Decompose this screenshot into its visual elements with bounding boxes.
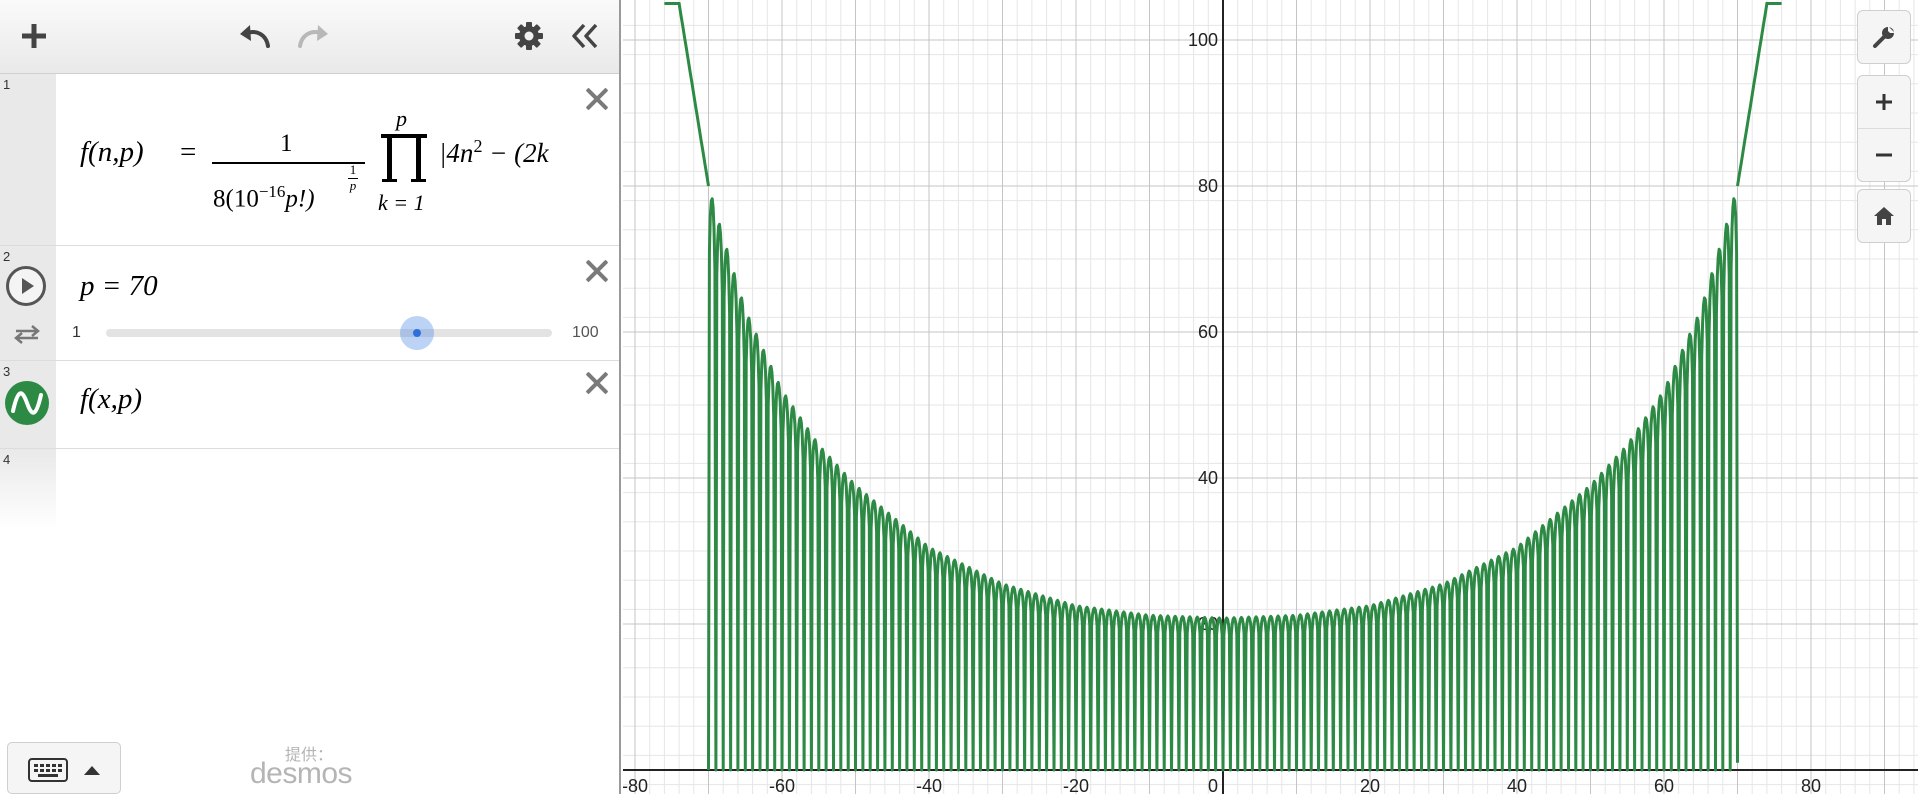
keyboard-icon	[28, 758, 68, 782]
desmos-logo: desmos	[250, 757, 353, 790]
zoom-controls	[1857, 75, 1911, 182]
product-lower-limit: k = 1	[378, 190, 425, 215]
slider-max-label: 100	[572, 324, 599, 341]
expression-gutter: 1	[0, 74, 56, 245]
x-tick-label: -40	[916, 776, 942, 794]
x-tick-label: 20	[1360, 776, 1380, 794]
product-upper-limit: p	[396, 106, 407, 131]
expression-row-1[interactable]: 1 f(n,p) = 1 8(10−16p!) 1 p p k = 1 |4n2…	[0, 74, 619, 246]
add-expression-button[interactable]	[12, 14, 56, 58]
default-viewport-button[interactable]	[1857, 189, 1911, 243]
plus-icon	[1876, 94, 1892, 110]
zoom-in-button[interactable]	[1858, 76, 1910, 129]
graphed-expression: f(x,p)	[80, 383, 142, 415]
zoom-out-button[interactable]	[1858, 129, 1910, 181]
home-icon	[1874, 207, 1894, 225]
function-name: f(n,p)	[80, 136, 144, 168]
redo-icon	[298, 25, 328, 48]
expression-number: 3	[3, 364, 11, 379]
root-exponent-numerator: 1	[349, 162, 357, 177]
expression-row-3[interactable]: 3 f(x,p)	[0, 361, 619, 449]
expression-row-4[interactable]: 4	[0, 449, 619, 529]
delete-expression-button[interactable]	[580, 82, 614, 116]
product-body: |4n2 − (2k	[439, 136, 549, 168]
x-tick-label: 60	[1654, 776, 1674, 794]
graph-paper[interactable]: -80 -60 -40 -20 0 20 40 60 80 20 40 60 80 100	[622, 0, 1918, 796]
y-tick-label: 100	[1188, 30, 1218, 50]
slider-min-label: 1	[72, 324, 81, 341]
fraction-numerator: 1	[280, 130, 293, 157]
wrench-icon	[1873, 26, 1895, 48]
delete-expression-button[interactable]	[580, 366, 614, 400]
x-tick-label: -20	[1063, 776, 1089, 794]
keyboard-toggle-button[interactable]	[7, 742, 121, 794]
undo-button[interactable]	[233, 14, 277, 58]
expression-gutter: 3	[0, 361, 56, 448]
slider-expression: p = 70	[80, 270, 158, 302]
y-tick-label: 60	[1198, 322, 1218, 342]
plus-icon	[22, 24, 46, 48]
root-exponent-denominator: p	[349, 178, 357, 193]
y-tick-label: 80	[1198, 176, 1218, 196]
expression-toolbar	[0, 0, 619, 74]
expression-gutter: 4	[0, 449, 56, 529]
play-button[interactable]	[6, 266, 46, 306]
minus-icon	[1876, 153, 1892, 157]
product-symbol	[381, 134, 427, 182]
expression-number: 4	[3, 452, 11, 467]
curve-right-tail	[1736, 2, 1782, 187]
gear-icon	[515, 22, 543, 50]
fraction-denominator: 8(10−16p!)	[213, 182, 315, 213]
play-icon	[22, 278, 34, 294]
equals-sign: =	[180, 136, 197, 168]
expression-panel: 1 f(n,p) = 1 8(10−16p!) 1 p p k = 1 |4n2…	[0, 0, 621, 794]
collapse-panel-button[interactable]	[563, 14, 607, 58]
y-tick-label: 40	[1198, 468, 1218, 488]
graph-color-toggle[interactable]	[5, 381, 49, 425]
settings-button[interactable]	[507, 14, 551, 58]
x-tick-label: 40	[1507, 776, 1527, 794]
slider-track[interactable]	[106, 329, 552, 337]
slider-handle[interactable]	[399, 316, 434, 350]
x-tick-label: -60	[769, 776, 795, 794]
undo-icon	[240, 25, 270, 48]
redo-button[interactable]	[291, 14, 335, 58]
expression-gutter: 2	[0, 246, 56, 360]
graph-settings-cell	[1858, 11, 1910, 63]
loop-toggle[interactable]	[12, 323, 42, 350]
expression-row-2[interactable]: 2 p = 70 1 100	[0, 246, 619, 361]
repeat-icon	[14, 325, 40, 344]
graph-settings-button[interactable]	[1857, 10, 1911, 64]
double-chevron-left-icon	[572, 23, 598, 49]
x-tick-label: -80	[623, 776, 648, 794]
wave-icon	[11, 391, 43, 415]
graph-canvas[interactable]: -80 -60 -40 -20 0 20 40 60 80 20406080100	[622, 0, 1918, 796]
fraction-bar	[212, 162, 365, 164]
expression-number: 1	[3, 77, 11, 92]
x-tick-label: 80	[1801, 776, 1821, 794]
delete-expression-button[interactable]	[580, 254, 614, 288]
x-tick-label: 0	[1208, 776, 1218, 794]
home-cell	[1858, 190, 1910, 242]
slider-handle-dot	[412, 329, 421, 337]
triangle-up-icon	[84, 766, 100, 775]
curve-left-tail	[664, 1, 710, 187]
expression-number: 2	[3, 249, 11, 264]
